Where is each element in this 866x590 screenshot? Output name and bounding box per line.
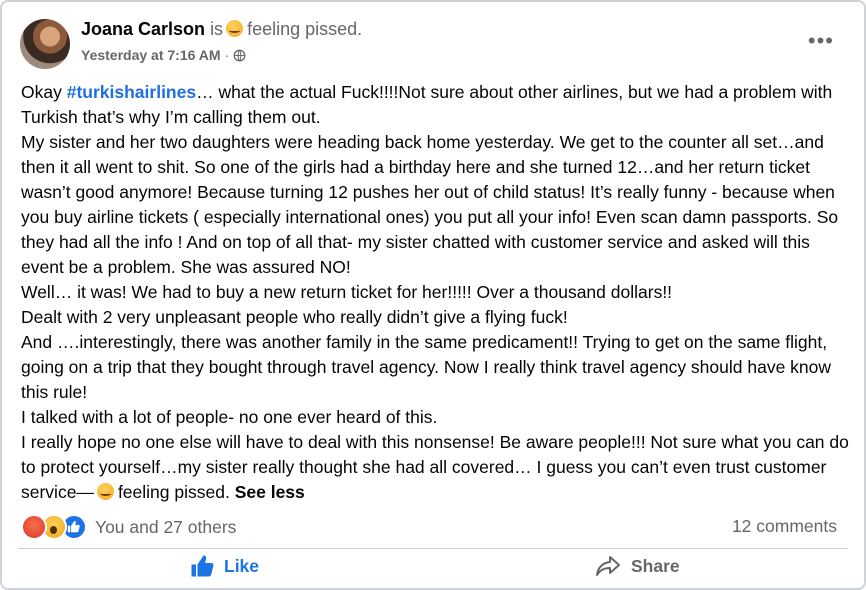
- feeling-text: feeling pissed.: [247, 19, 363, 39]
- post-paragraph: Well… it was! We had to buy a new return…: [21, 282, 673, 302]
- see-less-link[interactable]: See less: [235, 482, 305, 502]
- like-label: Like: [224, 555, 260, 576]
- share-arrow-icon: [596, 556, 620, 576]
- hashtag-link[interactable]: #turkishairlines: [67, 82, 196, 102]
- post-paragraph: And ….interestingly, there was another f…: [21, 332, 832, 402]
- share-label: Share: [631, 555, 680, 576]
- more-options-icon[interactable]: •••: [808, 28, 834, 54]
- comments-count[interactable]: 12 comments: [732, 516, 837, 537]
- post-body: Okay #turkishairlines… what the actual F…: [21, 80, 851, 505]
- share-button[interactable]: Share: [595, 551, 680, 581]
- post-timestamp[interactable]: Yesterday at 7:16 AM: [81, 47, 221, 63]
- author-avatar[interactable]: [20, 19, 70, 69]
- post-paragraph: I really hope no one else will have to d…: [21, 430, 851, 505]
- divider: [18, 548, 848, 549]
- reactions-count[interactable]: You and 27 others: [95, 517, 236, 538]
- angry-face-icon: [96, 483, 114, 500]
- author-name[interactable]: Joana Carlson: [81, 19, 205, 39]
- post-paragraph: Dealt with 2 very unpleasant people who …: [21, 307, 568, 327]
- post-paragraph: Okay #turkishairlines… what the actual F…: [21, 80, 851, 130]
- angry-reaction-icon: [21, 514, 47, 540]
- post-meta: Yesterday at 7:16 AM ·: [81, 47, 246, 63]
- post-text-segment: Okay: [21, 82, 67, 102]
- post-paragraph: My sister and her two daughters were hea…: [21, 132, 839, 277]
- post-card: Joana Carlson is feeling pissed. Yesterda…: [0, 0, 866, 590]
- post-paragraph: I talked with a lot of people- no one ev…: [21, 407, 438, 427]
- angry-face-icon: [226, 20, 244, 37]
- reactions-summary[interactable]: You and 27 others: [21, 514, 236, 540]
- post-header: Joana Carlson is feeling pissed.: [81, 19, 362, 40]
- like-button[interactable]: Like: [190, 551, 259, 581]
- globe-icon[interactable]: [233, 49, 246, 62]
- inline-feeling: feeling pissed.: [117, 482, 230, 502]
- meta-separator: ·: [224, 47, 230, 63]
- thumbs-up-icon: [191, 555, 214, 577]
- is-text: is: [210, 19, 224, 39]
